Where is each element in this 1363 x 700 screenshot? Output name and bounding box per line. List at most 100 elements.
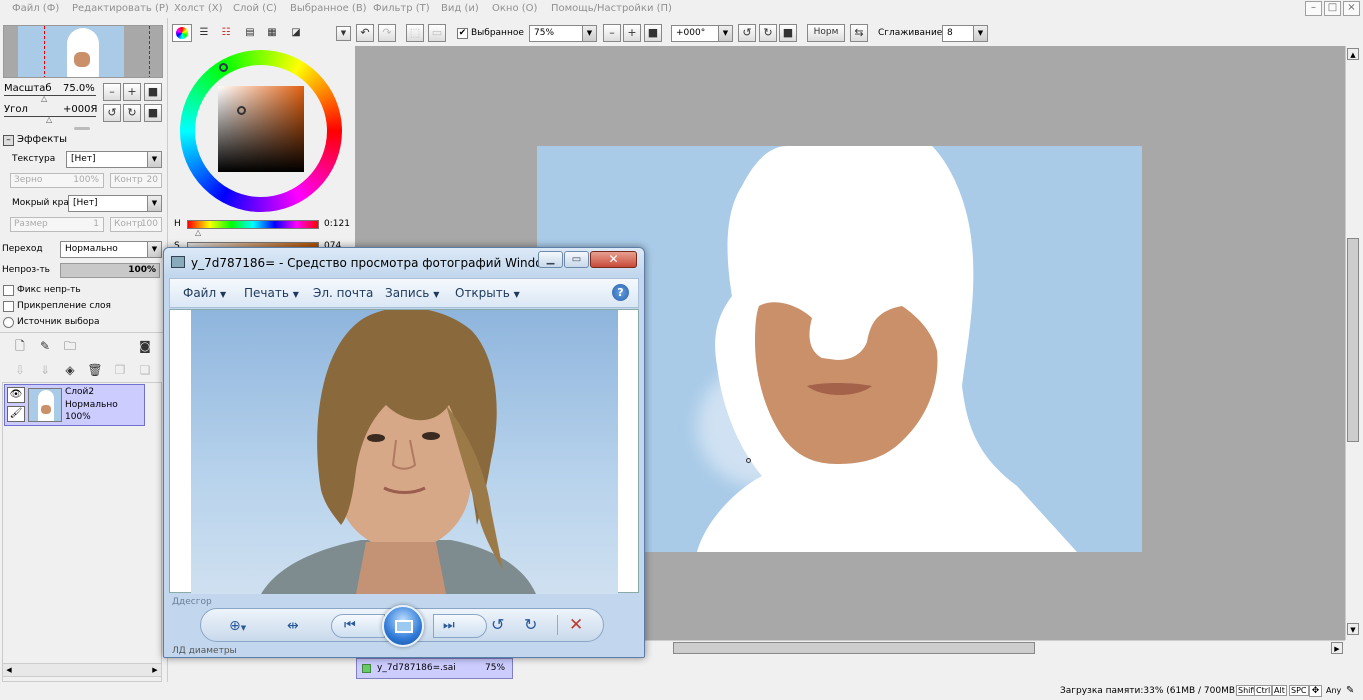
maximize-icon[interactable]: □ bbox=[1324, 1, 1341, 16]
panel-toggle-icon[interactable]: ▼ bbox=[336, 26, 351, 41]
transfer-down-icon[interactable]: ⇩ bbox=[12, 362, 28, 378]
paste-layer-icon[interactable]: ❏ bbox=[137, 362, 153, 378]
zoom-icon[interactable]: ⊕▼ bbox=[229, 616, 259, 636]
layer-item[interactable]: 👁 🖌 Слой2 Нормально 100% bbox=[4, 384, 145, 426]
rgb-sliders-icon[interactable]: ☰ bbox=[196, 25, 212, 41]
angle-select[interactable]: +000° ▼ bbox=[671, 25, 733, 42]
rotate-right-button[interactable]: ↻ bbox=[123, 104, 141, 122]
menu-layer[interactable]: Слой (С) bbox=[233, 3, 277, 14]
norm-button[interactable]: Норм bbox=[807, 24, 845, 42]
fix-opacity-checkbox[interactable] bbox=[3, 285, 14, 296]
palette-icon[interactable]: ▦ bbox=[264, 25, 280, 41]
angle-slider-handle[interactable]: △ bbox=[46, 115, 52, 124]
viewer-menu-email[interactable]: Эл. почта bbox=[313, 286, 373, 300]
menu-selection[interactable]: Выбранное (В) bbox=[290, 3, 367, 14]
document-tab[interactable]: y_7d787186=.sai 75% bbox=[356, 658, 513, 679]
saturation-value-square[interactable] bbox=[218, 86, 304, 172]
photo-viewer-titlebar[interactable]: y_7d787186= - Средство просмотра фотогра… bbox=[164, 248, 644, 276]
delete-icon[interactable]: ✕ bbox=[569, 614, 589, 636]
rotate-reset-button[interactable]: ■ bbox=[144, 104, 162, 122]
rotate-left-button[interactable]: ↺ bbox=[103, 104, 121, 122]
canvas-rotate-reset-button[interactable]: ■ bbox=[779, 24, 797, 42]
hue-slider[interactable] bbox=[187, 220, 319, 229]
layer-list-hscrollbar[interactable]: ◀ ▶ bbox=[2, 663, 162, 677]
next-icon[interactable]: ⏭ bbox=[443, 617, 463, 635]
menu-help[interactable]: Помощь/Настройки (П) bbox=[551, 3, 672, 14]
viewer-menu-file[interactable]: Файл ▼ bbox=[183, 286, 226, 300]
menu-canvas[interactable]: Холст (Х) bbox=[174, 3, 223, 14]
zoom-out-button[interactable]: – bbox=[103, 83, 121, 101]
trash-icon[interactable]: 🗑 bbox=[87, 362, 103, 378]
new-layer-icon[interactable]: 🗋 bbox=[12, 338, 28, 354]
selection-checkbox[interactable]: ✔ bbox=[457, 28, 468, 39]
viewer-menu-print[interactable]: Печать ▼ bbox=[244, 286, 299, 300]
smoothing-select[interactable]: 8 ▼ bbox=[942, 25, 988, 42]
viewer-maximize-icon[interactable]: ▭ bbox=[564, 251, 589, 268]
deselect-button[interactable]: ⬚ bbox=[406, 24, 424, 42]
menu-file[interactable]: Файл (Ф) bbox=[12, 3, 59, 14]
canvas-zoom-out-button[interactable]: – bbox=[603, 24, 621, 42]
close-icon[interactable]: × bbox=[1343, 1, 1360, 16]
color-wheel-tab[interactable] bbox=[172, 24, 192, 42]
fit-icon[interactable]: ⇹ bbox=[287, 616, 309, 636]
menu-edit[interactable]: Редактировать (Р) bbox=[72, 3, 169, 14]
collapse-icon[interactable]: – bbox=[3, 135, 14, 146]
redo-button[interactable]: ↷ bbox=[378, 24, 396, 42]
menu-filter[interactable]: Фильтр (Т) bbox=[373, 3, 430, 14]
hue-cursor[interactable] bbox=[219, 63, 228, 72]
hue-slider-handle[interactable]: △ bbox=[195, 228, 201, 237]
clear-layer-icon[interactable]: ◈ bbox=[62, 362, 78, 378]
photo-display[interactable] bbox=[169, 309, 639, 594]
canvas-rotate-left-button[interactable]: ↺ bbox=[738, 24, 756, 42]
scratchpad-icon[interactable]: ◪ bbox=[288, 25, 304, 41]
viewer-menu-open[interactable]: Открыть ▼ bbox=[455, 286, 520, 300]
viewer-menu-burn[interactable]: Запись ▼ bbox=[385, 286, 439, 300]
color-wheel[interactable] bbox=[180, 50, 342, 212]
scroll-down-icon[interactable]: ▼ bbox=[1347, 623, 1359, 635]
rotate-right-icon[interactable]: ↻ bbox=[524, 615, 544, 635]
new-vector-layer-icon[interactable]: ✎ bbox=[37, 338, 53, 354]
brush-icon[interactable]: 🖌 bbox=[7, 406, 25, 422]
vscroll-thumb[interactable] bbox=[1347, 238, 1359, 442]
scroll-up-icon[interactable]: ▲ bbox=[1347, 48, 1359, 60]
canvas-vscrollbar[interactable]: ▲ ▼ bbox=[1345, 46, 1360, 640]
menu-view[interactable]: Вид (и) bbox=[441, 3, 479, 14]
swatches-icon[interactable]: ▤ bbox=[242, 25, 258, 41]
new-folder-icon[interactable]: 🗀 bbox=[62, 338, 78, 354]
flip-horizontal-button[interactable]: ⇆ bbox=[850, 24, 868, 42]
navigator-preview[interactable] bbox=[3, 25, 163, 78]
color-picker-cursor[interactable] bbox=[237, 106, 246, 115]
selection-source-radio[interactable] bbox=[3, 317, 14, 328]
zoom-slider[interactable] bbox=[4, 95, 96, 96]
scroll-right-icon[interactable]: ▶ bbox=[149, 664, 161, 676]
opacity-slider[interactable]: 100% bbox=[60, 263, 160, 278]
wet-edge-select[interactable]: [Нет] ▼ bbox=[68, 195, 162, 212]
eye-icon[interactable]: 👁 bbox=[7, 387, 25, 403]
zoom-slider-handle[interactable]: △ bbox=[41, 94, 47, 103]
viewer-close-icon[interactable]: ✕ bbox=[590, 251, 637, 268]
undo-button[interactable]: ↶ bbox=[356, 24, 374, 42]
merge-down-icon[interactable]: ⇓ bbox=[37, 362, 53, 378]
invert-selection-button[interactable]: ▭ bbox=[428, 24, 446, 42]
blend-select[interactable]: Нормально ▼ bbox=[60, 241, 162, 258]
canvas-zoom-reset-button[interactable]: ■ bbox=[644, 24, 662, 42]
panel-resize-handle[interactable] bbox=[74, 127, 90, 130]
canvas-rotate-right-button[interactable]: ↻ bbox=[759, 24, 777, 42]
scroll-left-icon[interactable]: ◀ bbox=[3, 664, 15, 676]
hscroll-thumb[interactable] bbox=[673, 642, 1035, 654]
canvas-zoom-in-button[interactable]: + bbox=[623, 24, 641, 42]
copy-layer-icon[interactable]: ❐ bbox=[112, 362, 128, 378]
hsv-sliders-icon[interactable]: ☷ bbox=[218, 25, 234, 41]
viewer-minimize-icon[interactable]: ▁ bbox=[538, 251, 563, 268]
zoom-select[interactable]: 75% ▼ bbox=[529, 25, 597, 42]
zoom-in-button[interactable]: + bbox=[123, 83, 141, 101]
zoom-reset-button[interactable]: ■ bbox=[144, 83, 162, 101]
menu-window[interactable]: Окно (О) bbox=[492, 3, 537, 14]
previous-icon[interactable]: ⏮ bbox=[344, 617, 364, 635]
minimize-icon[interactable]: – bbox=[1305, 1, 1322, 16]
rotate-left-icon[interactable]: ↺ bbox=[491, 615, 511, 635]
slideshow-icon[interactable] bbox=[382, 605, 424, 647]
help-icon[interactable]: ? bbox=[612, 284, 629, 301]
mask-icon[interactable]: ◙ bbox=[137, 338, 153, 354]
texture-select[interactable]: [Нет] ▼ bbox=[66, 151, 162, 168]
